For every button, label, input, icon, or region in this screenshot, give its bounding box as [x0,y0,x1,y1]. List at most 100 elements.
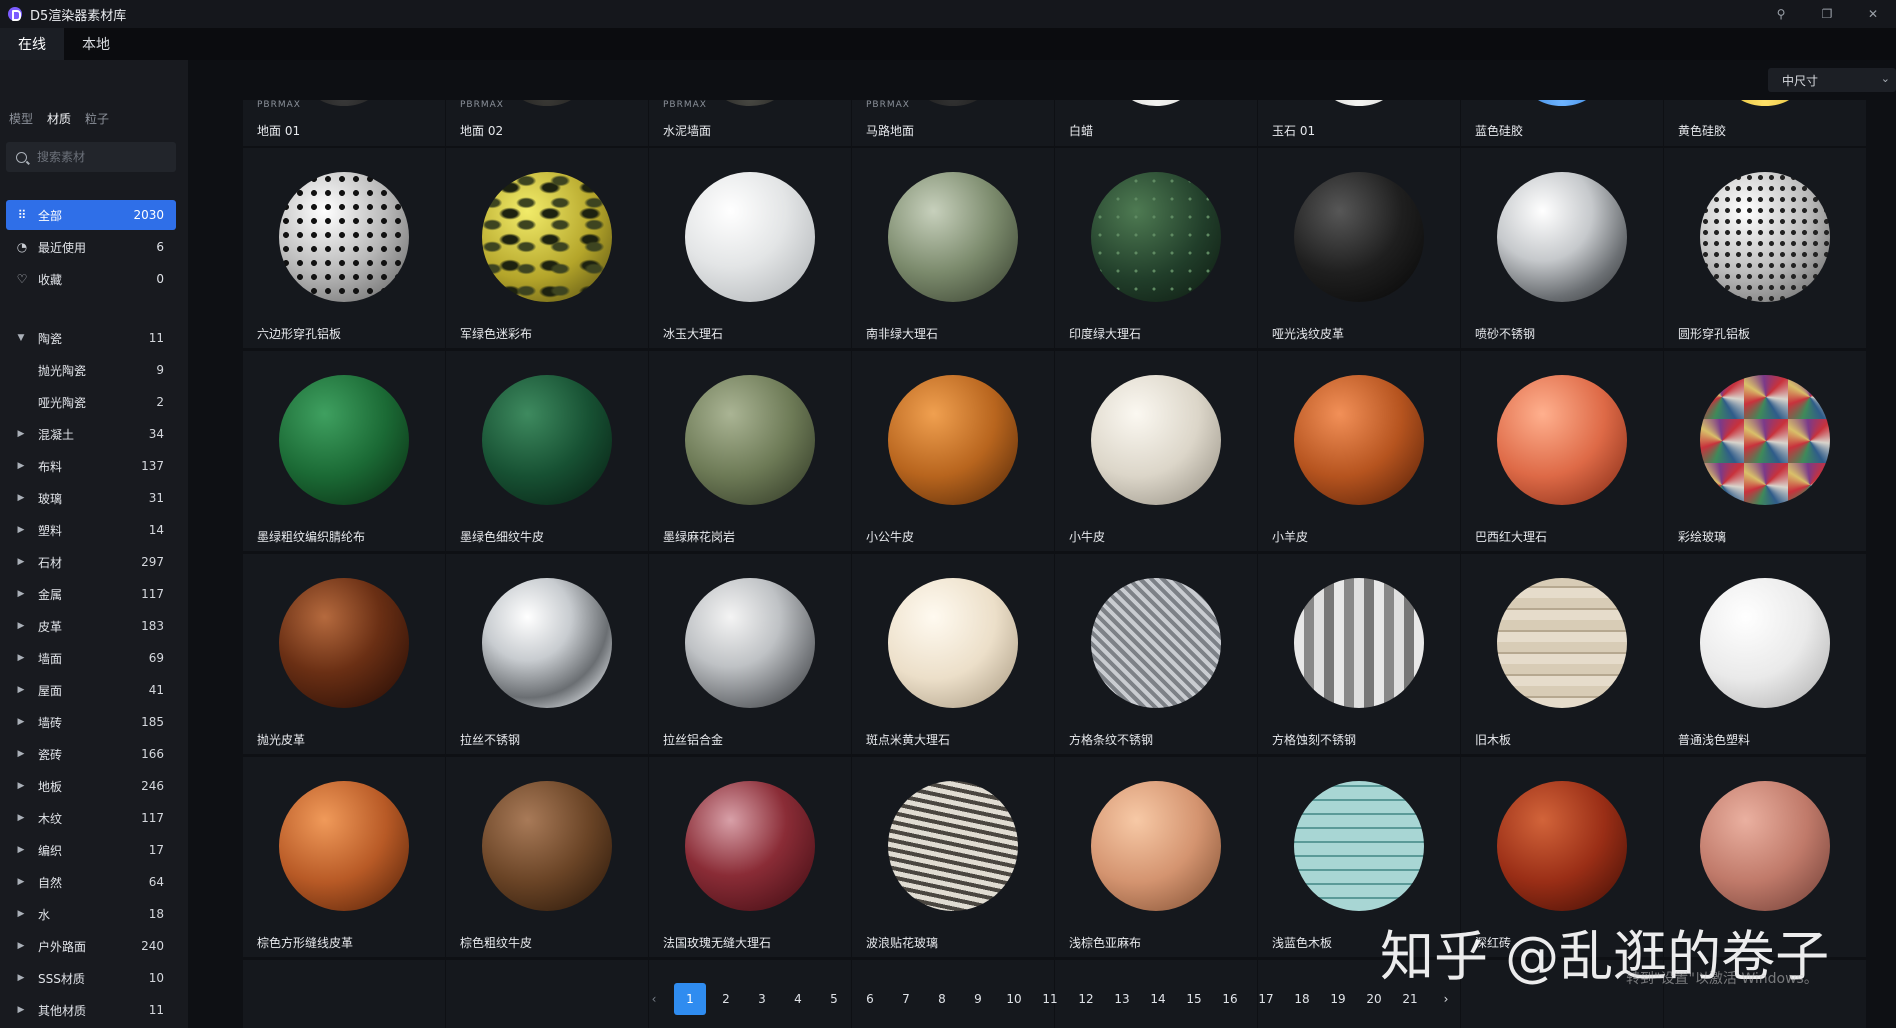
category-item[interactable]: ▶ 瓷砖 166 [0,738,188,770]
category-item[interactable]: ▶ 屋面 41 [0,674,188,706]
page-button[interactable]: 18 [1286,983,1318,1015]
caret-right-icon[interactable]: ▶ [10,909,32,919]
category-item[interactable]: ▶ 水 18 [0,898,188,930]
category-item[interactable]: 抛光陶瓷 9 [0,354,188,386]
page-button[interactable]: 15 [1178,983,1210,1015]
material-card[interactable]: 蓝色硅胶 [1461,100,1663,146]
material-card[interactable]: 哑光浅纹皮革 [1258,148,1460,348]
page-button[interactable]: 7 [890,983,922,1015]
page-button[interactable]: 11 [1034,983,1066,1015]
caret-right-icon[interactable]: ▶ [10,717,32,727]
caret-right-icon[interactable]: ▶ [10,653,32,663]
tab-online[interactable]: 在线 [0,28,64,60]
material-card[interactable] [243,960,445,1028]
caret-right-icon[interactable]: ▶ [10,685,32,695]
page-button[interactable]: 19 [1322,983,1354,1015]
material-card[interactable]: 小羊皮 [1258,351,1460,551]
category-item[interactable]: ▶ SSS材质 10 [0,962,188,994]
page-button[interactable]: 10 [998,983,1030,1015]
restore-icon[interactable]: ❐ [1804,0,1850,28]
material-card[interactable]: 方格条纹不锈钢 [1055,554,1257,754]
page-button[interactable]: 13 [1106,983,1138,1015]
caret-down-icon[interactable]: ▼ [10,333,32,343]
material-card[interactable]: 小公牛皮 [852,351,1054,551]
close-icon[interactable]: ✕ [1850,0,1896,28]
prev-page-button[interactable]: ‹ [638,983,670,1015]
caret-right-icon[interactable]: ▶ [10,493,32,503]
material-card[interactable]: 法国玫瑰无缝大理石 [649,757,851,957]
category-item[interactable]: ▶ 金属 117 [0,578,188,610]
caret-right-icon[interactable]: ▶ [10,813,32,823]
material-card[interactable]: PBRMAX 地面 02 [446,100,648,146]
material-card[interactable]: 军绿色迷彩布 [446,148,648,348]
tab-models[interactable]: 模型 [9,110,33,127]
material-card[interactable]: 方格蚀刻不锈钢 [1258,554,1460,754]
material-card[interactable]: 抛光皮革 [243,554,445,754]
caret-right-icon[interactable]: ▶ [10,461,32,471]
material-card[interactable]: 浅棕色亚麻布 [1055,757,1257,957]
tab-particles[interactable]: 粒子 [85,110,109,127]
category-item[interactable]: ▶ 皮革 183 [0,610,188,642]
page-button[interactable]: 8 [926,983,958,1015]
size-select[interactable]: 中尺寸 ⌄ [1768,68,1896,92]
material-card[interactable]: 棕色粗纹牛皮 [446,757,648,957]
material-card[interactable]: 波浪贴花玻璃 [852,757,1054,957]
tab-local[interactable]: 本地 [64,28,128,60]
filter-recent[interactable]: ◔ 最近使用 6 [6,232,176,262]
caret-right-icon[interactable]: ▶ [10,781,32,791]
material-card[interactable]: 墨绿麻花岗岩 [649,351,851,551]
material-card[interactable]: 斑点米黄大理石 [852,554,1054,754]
tab-materials[interactable]: 材质 [47,110,71,127]
material-card[interactable]: 墨绿粗纹编织腈纶布 [243,351,445,551]
caret-right-icon[interactable]: ▶ [10,621,32,631]
pin-icon[interactable]: ⚲ [1758,0,1804,28]
material-card[interactable]: 喷砂不锈钢 [1461,148,1663,348]
material-card[interactable]: 黄色硅胶 [1664,100,1866,146]
material-card[interactable]: 巴西红大理石 [1461,351,1663,551]
category-item[interactable]: ▶ 自然 64 [0,866,188,898]
material-card[interactable]: 冰玉大理石 [649,148,851,348]
category-item[interactable]: ▶ 编织 17 [0,834,188,866]
category-item[interactable]: 哑光陶瓷 2 [0,386,188,418]
page-button[interactable]: 3 [746,983,778,1015]
page-button[interactable]: 14 [1142,983,1174,1015]
page-button[interactable]: 12 [1070,983,1102,1015]
caret-right-icon[interactable]: ▶ [10,429,32,439]
caret-right-icon[interactable]: ▶ [10,525,32,535]
page-button[interactable]: 1 [674,983,706,1015]
material-card[interactable]: 拉丝不锈钢 [446,554,648,754]
category-item[interactable]: ▶ 其他材质 11 [0,994,188,1026]
caret-right-icon[interactable]: ▶ [10,557,32,567]
material-card[interactable]: PBRMAX 马路地面 [852,100,1054,146]
caret-right-icon[interactable]: ▶ [10,589,32,599]
page-button[interactable]: 4 [782,983,814,1015]
category-item[interactable]: ▼ 陶瓷 11 [0,322,188,354]
material-card[interactable]: 六边形穿孔铝板 [243,148,445,348]
search-input[interactable] [37,150,167,164]
caret-right-icon[interactable]: ▶ [10,973,32,983]
page-button[interactable]: 2 [710,983,742,1015]
category-item[interactable]: ▶ 布料 137 [0,450,188,482]
page-button[interactable]: 6 [854,983,886,1015]
category-item[interactable]: ▶ 墙砖 185 [0,706,188,738]
filter-all[interactable]: ⠿ 全部 2030 [6,200,176,230]
material-card[interactable]: 棕色方形缝线皮革 [243,757,445,957]
page-button[interactable]: 5 [818,983,850,1015]
category-item[interactable]: ▶ 混凝土 34 [0,418,188,450]
caret-right-icon[interactable]: ▶ [10,941,32,951]
category-item[interactable]: ▶ 玻璃 31 [0,482,188,514]
material-card[interactable]: 墨绿色细纹牛皮 [446,351,648,551]
material-card[interactable]: PBRMAX 水泥墙面 [649,100,851,146]
category-item[interactable]: ▶ 墙面 69 [0,642,188,674]
material-card[interactable]: 白蜡 [1055,100,1257,146]
caret-right-icon[interactable]: ▶ [10,845,32,855]
material-card[interactable]: 印度绿大理石 [1055,148,1257,348]
material-card[interactable]: 玉石 01 [1258,100,1460,146]
caret-right-icon[interactable]: ▶ [10,1005,32,1015]
category-item[interactable]: ▶ 地板 246 [0,770,188,802]
material-card[interactable] [446,960,648,1028]
material-card[interactable]: 普通浅色塑料 [1664,554,1866,754]
caret-right-icon[interactable]: ▶ [10,749,32,759]
material-card[interactable]: PBRMAX 地面 01 [243,100,445,146]
category-item[interactable]: ▶ 塑料 14 [0,514,188,546]
